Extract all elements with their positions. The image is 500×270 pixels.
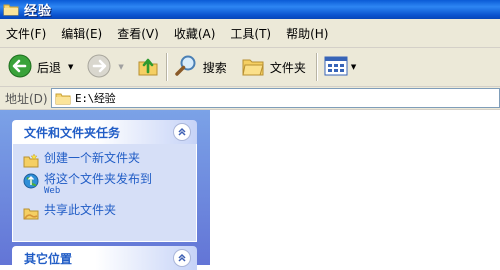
task-label-line1: 将这个文件夹发布到: [44, 172, 153, 186]
menu-bar: 文件(F) 编辑(E) 查看(V) 收藏(A) 工具(T) 帮助(H): [0, 19, 500, 48]
new-folder-icon: [23, 152, 39, 168]
toolbar-separator: [315, 53, 318, 81]
task-label: 将这个文件夹发布到 Web: [44, 173, 152, 197]
task-pane: 文件和文件夹任务 创建一个新文件夹 将这个文件夹发布到 Web 共享此文件夹 其…: [0, 110, 210, 270]
search-label: 搜索: [202, 60, 227, 75]
address-value: E:\经验: [75, 92, 116, 105]
search-button[interactable]: 搜索: [174, 51, 227, 83]
panel-title: 文件和文件夹任务: [24, 125, 121, 140]
address-bar: 地址(D) E:\经验: [0, 87, 500, 110]
menu-view[interactable]: 查看(V): [109, 25, 166, 42]
other-places-header[interactable]: 其它位置: [12, 246, 197, 270]
forward-arrow-icon: [87, 54, 111, 81]
file-list-area[interactable]: [210, 110, 500, 265]
menu-file[interactable]: 文件(F): [0, 25, 53, 42]
views-icon: [324, 55, 348, 80]
back-label: 后退: [37, 60, 62, 75]
menu-tools[interactable]: 工具(T): [222, 25, 278, 42]
folders-icon: [241, 54, 265, 81]
menu-help[interactable]: 帮助(H): [278, 25, 335, 42]
file-folder-tasks-body: 创建一个新文件夹 将这个文件夹发布到 Web 共享此文件夹: [12, 144, 197, 242]
publish-web-icon: [23, 173, 39, 189]
file-folder-tasks-header[interactable]: 文件和文件夹任务: [12, 120, 197, 144]
menu-edit[interactable]: 编辑(E): [53, 25, 109, 42]
views-dropdown-icon[interactable]: ▼: [351, 63, 356, 71]
folders-label: 文件夹: [269, 60, 306, 75]
search-icon: [174, 54, 198, 81]
title-bar[interactable]: 经验: [0, 0, 500, 19]
window-title: 经验: [24, 4, 53, 19]
folder-icon: [55, 92, 71, 105]
toolbar: 后退 ▼ ▼ 搜索 文件夹 ▼: [0, 48, 500, 87]
forward-dropdown-icon[interactable]: ▼: [118, 63, 123, 71]
task-new-folder[interactable]: 创建一个新文件夹: [23, 152, 140, 168]
back-arrow-icon: [8, 54, 32, 81]
task-label-line2: Web: [44, 186, 61, 196]
task-label: 共享此文件夹: [44, 203, 117, 217]
address-label: 地址(D): [5, 91, 48, 106]
views-button[interactable]: ▼: [324, 51, 356, 83]
folder-icon: [3, 3, 19, 17]
toolbar-separator: [165, 53, 168, 81]
task-share-folder[interactable]: 共享此文件夹: [23, 204, 116, 220]
up-button[interactable]: [136, 51, 160, 83]
task-publish-web[interactable]: 将这个文件夹发布到 Web: [23, 173, 152, 197]
back-dropdown-icon[interactable]: ▼: [68, 63, 73, 71]
back-button[interactable]: 后退 ▼: [8, 51, 73, 83]
collapse-chevron-icon[interactable]: [173, 123, 191, 141]
panel-title: 其它位置: [24, 251, 73, 266]
collapse-chevron-icon[interactable]: [173, 249, 191, 267]
folders-button[interactable]: 文件夹: [241, 51, 306, 83]
folder-up-icon: [136, 54, 160, 81]
share-folder-icon: [23, 204, 39, 220]
task-label: 创建一个新文件夹: [44, 151, 141, 165]
address-input[interactable]: E:\经验: [51, 88, 500, 108]
menu-favorites[interactable]: 收藏(A): [166, 25, 223, 42]
forward-button[interactable]: ▼: [87, 51, 124, 83]
